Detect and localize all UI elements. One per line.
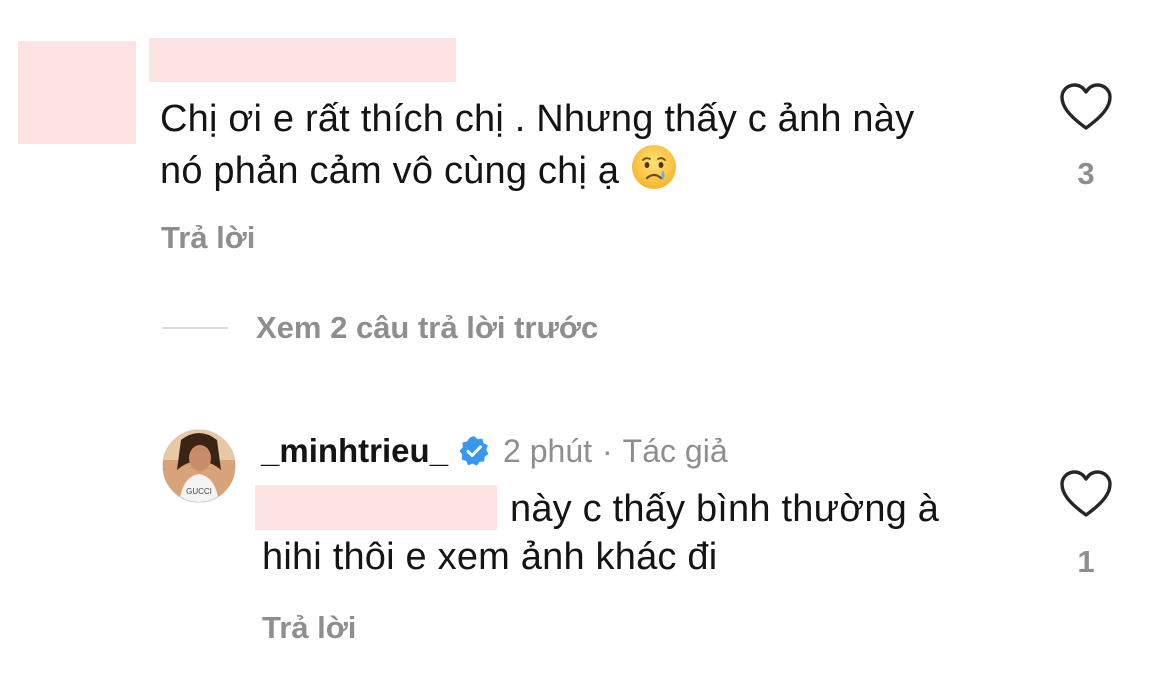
redacted-avatar bbox=[18, 41, 136, 144]
reply-reply-button[interactable]: Trả lời bbox=[262, 610, 356, 646]
verified-badge-icon bbox=[459, 436, 489, 466]
redacted-mention bbox=[255, 485, 497, 530]
author-label: Tác giả bbox=[622, 432, 728, 469]
username[interactable]: _minhtrieu_ bbox=[261, 432, 448, 470]
reply-text-line-1: này c thấy bình thường à bbox=[510, 488, 940, 530]
view-previous-replies-button[interactable]: Xem 2 câu trả lời trước bbox=[256, 310, 598, 346]
avatar[interactable]: GUCCI bbox=[162, 429, 236, 503]
redacted-username bbox=[149, 38, 456, 82]
comment-text-line-2: nó phản cảm vô cùng chị ạ bbox=[160, 143, 1040, 195]
comment-text-line-2-text: nó phản cảm vô cùng chị ạ bbox=[160, 150, 620, 192]
thread-divider bbox=[162, 327, 228, 329]
reply-time: 2 phút bbox=[503, 432, 593, 469]
comment-text-line-1: Chị ơi e rất thích chị . Nhưng thấy c ản… bbox=[160, 98, 915, 140]
avatar-image: GUCCI bbox=[163, 430, 235, 502]
svg-text:GUCCI: GUCCI bbox=[186, 487, 212, 496]
meta-separator: · bbox=[602, 432, 613, 469]
comment-reply-button[interactable]: Trả lời bbox=[161, 220, 255, 256]
reply-text-line-2: hihi thôi e xem ảnh khác đi bbox=[262, 536, 718, 578]
heart-icon[interactable] bbox=[1058, 469, 1114, 521]
reply-header: _minhtrieu_ 2 phút · Tác giả bbox=[261, 430, 728, 472]
crying-face-icon bbox=[631, 145, 676, 189]
heart-icon[interactable] bbox=[1058, 82, 1114, 134]
comment-text: Chị ơi e rất thích chị . Nhưng thấy c ản… bbox=[160, 95, 1040, 195]
reply-like-count: 1 bbox=[1077, 544, 1095, 579]
comment-like-count: 3 bbox=[1077, 156, 1095, 191]
